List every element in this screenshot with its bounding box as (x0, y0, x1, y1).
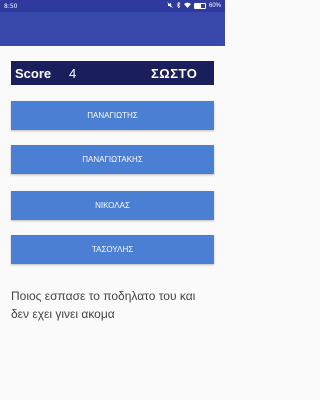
status-time: 8:50 (4, 2, 18, 10)
answer-button-2[interactable]: ΠΑΝΑΓΙΩΤΑΚΗΣ (11, 145, 214, 174)
battery-percent: 60% (208, 3, 221, 9)
score-bar: Score 4 ΣΩΣΤΟ (11, 61, 214, 85)
score-label: Score (15, 65, 52, 81)
answer-button-4[interactable]: ΤΑΣΟΥΛΗΣ (11, 235, 214, 264)
score-value: 4 (69, 65, 77, 81)
silent-icon (167, 2, 173, 10)
answer-result: ΣΩΣΤΟ (151, 65, 198, 81)
bluetooth-icon (176, 1, 181, 10)
question-text: Ποιος εσπασε το ποδηλατο του και δεν εχε… (11, 289, 196, 321)
answer-button-1[interactable]: ΠΑΝΑΓΙΩΤΗΣ (11, 101, 214, 130)
status-bar: 8:50 60% (0, 0, 225, 12)
status-icons: 60% (167, 1, 221, 10)
wifi-icon (183, 2, 191, 10)
answer-button-3[interactable]: ΝΙΚΟΛΑΣ (11, 191, 214, 220)
app-bar (0, 12, 225, 46)
battery-icon (193, 3, 206, 9)
battery-level (194, 4, 201, 8)
